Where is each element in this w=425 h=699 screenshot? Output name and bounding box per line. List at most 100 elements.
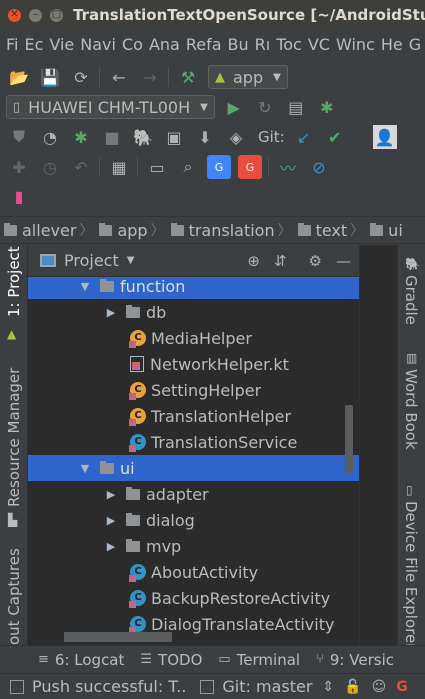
window-maximize-button[interactable]: □ bbox=[50, 8, 63, 22]
git-branch-widget[interactable]: Git: master bbox=[222, 677, 312, 696]
profiler-icon[interactable]: 〰 bbox=[276, 155, 300, 179]
menu-tools[interactable]: Toc bbox=[276, 35, 302, 54]
chevron-right-icon[interactable]: ▶ bbox=[104, 540, 118, 553]
captures-tab[interactable]: out Captures bbox=[5, 548, 23, 645]
menu-file[interactable]: Fi bbox=[6, 35, 18, 54]
window-close-button[interactable]: ✕ bbox=[8, 8, 21, 22]
tool-windows-toggle-icon[interactable] bbox=[10, 679, 24, 694]
google-icon[interactable]: G bbox=[396, 679, 408, 695]
back-arrow-icon[interactable]: ← bbox=[107, 65, 131, 89]
git-commit-icon[interactable]: ✔ bbox=[323, 125, 347, 149]
save-icon[interactable]: 💾 bbox=[38, 65, 62, 89]
locate-icon[interactable]: ⊕ bbox=[247, 252, 260, 270]
tree-folder-mvp[interactable]: ▶ mvp bbox=[28, 533, 359, 559]
breadcrumb-item[interactable]: app bbox=[95, 221, 148, 240]
logcat-tab[interactable]: ≡ 6: Logcat bbox=[38, 651, 124, 669]
status-message[interactable]: Push successful: T.. bbox=[32, 677, 186, 696]
chevron-down-icon[interactable]: ▼ bbox=[127, 255, 135, 266]
menu-view[interactable]: Vie bbox=[49, 35, 74, 54]
tree-vertical-scrollbar[interactable] bbox=[345, 405, 353, 473]
run-icon[interactable]: ▶ bbox=[222, 95, 246, 119]
chevron-down-icon[interactable]: ▼ bbox=[78, 280, 92, 293]
debug-icon[interactable]: ✱ bbox=[315, 95, 339, 119]
project-structure-icon[interactable]: ▦ bbox=[107, 155, 131, 179]
menu-refactor[interactable]: Refa bbox=[186, 35, 222, 54]
git-push-icon[interactable]: ✚ bbox=[7, 155, 31, 179]
git-update-icon[interactable]: ↙ bbox=[292, 125, 316, 149]
collapse-all-icon[interactable]: ⇵ bbox=[274, 252, 287, 270]
open-folder-icon[interactable]: 📂 bbox=[7, 65, 31, 89]
attach-debugger-icon[interactable]: ⛊ bbox=[7, 125, 31, 149]
background-tasks-icon[interactable] bbox=[200, 679, 215, 694]
terminal-icon[interactable]: ▭ bbox=[145, 155, 169, 179]
rollback-icon[interactable]: ↶ bbox=[69, 155, 93, 179]
translate-google-icon[interactable]: G bbox=[207, 155, 231, 179]
tree-folder-adapter[interactable]: ▶ adapter bbox=[28, 481, 359, 507]
build-hammer-icon[interactable]: ⚒ bbox=[176, 65, 200, 89]
profile-icon[interactable]: ◔ bbox=[38, 125, 62, 149]
event-log-icon[interactable]: ☺ bbox=[372, 679, 387, 695]
tree-file-aboutactivity[interactable]: C AboutActivity bbox=[28, 559, 359, 585]
translate-plugin-icon[interactable]: G bbox=[238, 155, 262, 179]
chevron-right-icon[interactable]: ▶ bbox=[104, 306, 118, 319]
no-entry-icon[interactable]: ⊘ bbox=[307, 155, 331, 179]
chevron-right-icon[interactable]: ▶ bbox=[104, 514, 118, 527]
tree-file-backuprestoreactivity[interactable]: C BackupRestoreActivity bbox=[28, 585, 359, 611]
resource-manager-tab[interactable]: Resource Manager bbox=[5, 368, 23, 507]
menu-build[interactable]: Bu bbox=[228, 35, 249, 54]
package-icon[interactable]: ◈ bbox=[224, 125, 248, 149]
menu-window[interactable]: Winc bbox=[336, 35, 375, 54]
gear-icon[interactable]: ⚙ bbox=[309, 252, 322, 270]
breadcrumb-item[interactable]: allever bbox=[0, 221, 76, 240]
stop-icon[interactable]: ■ bbox=[100, 125, 124, 149]
forward-arrow-icon[interactable]: → bbox=[138, 65, 162, 89]
debug-attach-icon[interactable]: ✱ bbox=[69, 125, 93, 149]
menu-edit[interactable]: Ec bbox=[24, 35, 43, 54]
tree-file-settinghelper[interactable]: C SettingHelper bbox=[28, 377, 359, 403]
apply-changes-icon[interactable]: ↻ bbox=[253, 95, 277, 119]
menu-analyze[interactable]: Ana bbox=[149, 35, 180, 54]
device-dropdown[interactable]: ▯ HUAWEI CHM-TL00H ▼ bbox=[6, 95, 215, 119]
window-minimize-button[interactable]: – bbox=[29, 8, 42, 22]
search-icon[interactable]: ⌕ bbox=[176, 155, 200, 179]
word-book-tab[interactable]: Word Book bbox=[402, 369, 420, 450]
sdk-manager-icon[interactable]: ⬇ bbox=[193, 125, 217, 149]
menu-run[interactable]: Rı bbox=[255, 35, 271, 54]
user-avatar-icon[interactable]: 👤 bbox=[372, 125, 397, 149]
gradle-sync-icon[interactable]: 🐘 bbox=[131, 125, 155, 149]
coverage-icon[interactable]: ▤ bbox=[284, 95, 308, 119]
menu-git[interactable]: G bbox=[409, 35, 421, 54]
tree-file-networkhelper[interactable]: NetworkHelper.kt bbox=[28, 351, 359, 377]
menu-vcs[interactable]: VC bbox=[308, 35, 330, 54]
breadcrumb-item[interactable]: ui bbox=[366, 221, 403, 240]
device-manager-icon[interactable]: ▣ bbox=[162, 125, 186, 149]
history-icon[interactable]: ◷ bbox=[38, 155, 62, 179]
device-mirror-icon[interactable]: ▮ bbox=[7, 184, 31, 208]
project-tool-tab[interactable]: 1: Project bbox=[5, 246, 23, 317]
todo-tab[interactable]: ☰ TODO bbox=[140, 651, 202, 669]
menu-help[interactable]: He bbox=[381, 35, 403, 54]
breadcrumb-item[interactable]: text bbox=[294, 221, 347, 240]
tree-file-translationservice[interactable]: C TranslationService bbox=[28, 429, 359, 455]
tree-file-translationhelper[interactable]: C TranslationHelper bbox=[28, 403, 359, 429]
breadcrumb-item[interactable]: translation bbox=[167, 221, 275, 240]
chevron-right-icon[interactable]: ▶ bbox=[104, 488, 118, 501]
device-file-explorer-tab[interactable]: Device File Explorer bbox=[402, 501, 420, 649]
menu-navigate[interactable]: Navi bbox=[80, 35, 116, 54]
terminal-tab[interactable]: ▭ Terminal bbox=[218, 651, 300, 669]
run-config-dropdown[interactable]: ▲ app ▼ bbox=[208, 65, 288, 89]
tree-folder-function[interactable]: ▼ function bbox=[28, 277, 359, 299]
tree-file-mediahelper[interactable]: C MediaHelper bbox=[28, 325, 359, 351]
tree-horizontal-scrollbar[interactable] bbox=[64, 632, 172, 642]
project-panel-title[interactable]: Project bbox=[64, 251, 119, 270]
sync-icon[interactable]: ⟳ bbox=[69, 65, 93, 89]
tree-folder-dialog[interactable]: ▶ dialog bbox=[28, 507, 359, 533]
menu-code[interactable]: Co bbox=[122, 35, 143, 54]
version-control-tab[interactable]: ⑂ 9: Versic bbox=[316, 651, 394, 669]
tree-folder-ui[interactable]: ▼ ui bbox=[28, 455, 359, 481]
hide-panel-icon[interactable]: — bbox=[336, 252, 351, 270]
chevron-up-down-icon[interactable]: ⇕ bbox=[322, 679, 334, 695]
lock-icon[interactable]: 🔓 bbox=[344, 679, 361, 695]
chevron-down-icon[interactable]: ▼ bbox=[78, 462, 92, 475]
gradle-tab[interactable]: Gradle bbox=[402, 275, 420, 325]
